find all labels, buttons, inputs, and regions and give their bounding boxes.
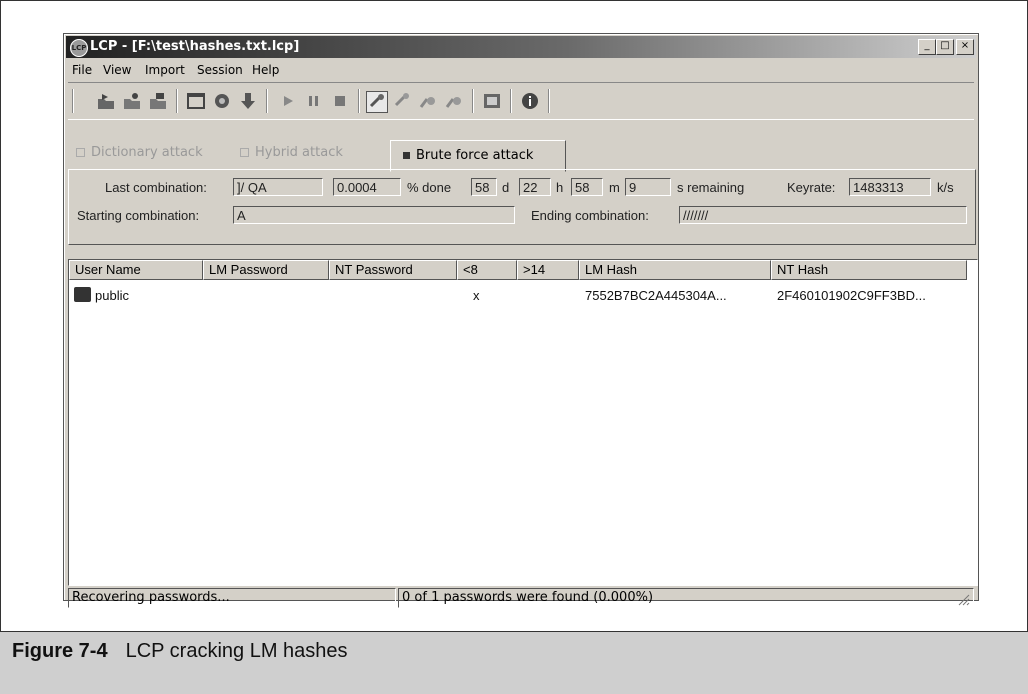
days-label: d [502, 180, 510, 195]
title-bar[interactable]: LCP LCP - [F:\test\hashes.txt.lcp] _ □ × [66, 36, 976, 58]
close-button[interactable]: × [956, 39, 974, 55]
figure-caption: Figure 7-4 LCP cracking LM hashes [12, 640, 348, 663]
tab-hybrid-attack[interactable]: Hybrid attack [240, 142, 343, 164]
toolbar-separator [510, 89, 512, 113]
toolbar-separator [176, 89, 178, 113]
resize-grip-icon[interactable] [958, 594, 970, 606]
figure-caption-text: LCP cracking LM hashes [125, 640, 348, 662]
keyrate-label: Keyrate: [787, 180, 836, 195]
last-combination-label: Last combination: [105, 180, 207, 195]
toolbar [68, 82, 974, 120]
toolbar-separator [72, 89, 74, 113]
toolbar-separator [358, 89, 360, 113]
menu-file[interactable]: File [72, 63, 92, 77]
toolbar-separator [548, 89, 550, 113]
tab-checkbox-icon [403, 152, 410, 159]
import-remote-icon[interactable] [148, 91, 168, 111]
column-user-name[interactable]: User Name [69, 260, 203, 280]
seconds-remaining-label: s remaining [677, 180, 745, 195]
tab-brute-force-attack[interactable]: Brute force attack [390, 140, 566, 172]
column-lt8[interactable]: <8 [457, 260, 517, 280]
starting-combination-label: Starting combination: [77, 208, 200, 223]
hash-list[interactable]: User Name LM Password NT Password <8 >14… [68, 259, 978, 586]
ending-combination-field[interactable]: /////// [679, 206, 967, 224]
globe-icon[interactable] [212, 91, 232, 111]
cell-lt8: x [473, 288, 480, 303]
menu-view[interactable]: View [103, 63, 131, 77]
percent-done-field[interactable]: 0.0004 [333, 178, 401, 196]
import-icon[interactable] [122, 91, 142, 111]
figure-label: Figure 7-4 [12, 640, 108, 662]
maximize-button[interactable]: □ [936, 39, 954, 55]
menu-import[interactable]: Import [145, 63, 185, 77]
keyrate-field[interactable]: 1483313 [849, 178, 931, 196]
days-field[interactable]: 58 [471, 178, 497, 196]
cell-nt-hash: 2F460101902C9FF3BD... [777, 288, 926, 303]
column-nt-hash[interactable]: NT Hash [771, 260, 967, 280]
minutes-field[interactable]: 58 [571, 178, 603, 196]
last-combination-field[interactable]: ]/ QA [233, 178, 323, 196]
minimize-button[interactable]: _ [918, 39, 936, 55]
tab-checkbox-icon [76, 148, 85, 157]
column-nt-password[interactable]: NT Password [329, 260, 457, 280]
tab-checkbox-icon [240, 148, 249, 157]
status-recovering: Recovering passwords... [68, 588, 396, 608]
ending-combination-label: Ending combination: [531, 208, 649, 223]
tab-dictionary-attack[interactable]: Dictionary attack [76, 142, 203, 164]
seconds-field[interactable]: 9 [625, 178, 671, 196]
menu-session[interactable]: Session [197, 63, 243, 77]
toolbar-separator [472, 89, 474, 113]
minutes-label: m [609, 180, 620, 195]
about-icon[interactable] [520, 91, 540, 111]
hours-field[interactable]: 22 [519, 178, 551, 196]
menu-help[interactable]: Help [252, 63, 279, 77]
cell-user-name: public [95, 288, 129, 303]
cell-lm-hash: 7552B7BC2A445304A... [585, 288, 727, 303]
nt-users-icon[interactable] [444, 91, 464, 111]
window-title: LCP - [F:\test\hashes.txt.lcp] [90, 39, 300, 54]
stop-icon[interactable] [330, 91, 350, 111]
starting-combination-field[interactable]: A [233, 206, 515, 224]
lcp-app-icon[interactable]: LCP [70, 39, 88, 57]
status-bar: Recovering passwords... 0 of 1 passwords… [68, 588, 974, 608]
new-session-icon[interactable] [186, 91, 206, 111]
brute-force-panel: Last combination: ]/ QA 0.0004 % done 58… [68, 169, 976, 245]
column-lm-password[interactable]: LM Password [203, 260, 329, 280]
percent-done-label: % done [407, 180, 452, 195]
toolbar-separator [266, 89, 268, 113]
lcp-window: LCP LCP - [F:\test\hashes.txt.lcp] _ □ ×… [63, 33, 979, 608]
status-found: 0 of 1 passwords were found (0.000%) [398, 588, 974, 608]
open-icon[interactable] [96, 91, 116, 111]
keyrate-unit: k/s [937, 180, 954, 195]
column-gt14[interactable]: >14 [517, 260, 579, 280]
download-icon[interactable] [238, 91, 258, 111]
lm-users-icon[interactable] [418, 91, 438, 111]
report-icon[interactable] [482, 91, 502, 111]
pause-icon[interactable] [304, 91, 324, 111]
play-icon[interactable] [278, 91, 298, 111]
user-icon [74, 287, 91, 302]
hours-label: h [556, 180, 564, 195]
nt-key-icon[interactable] [392, 91, 412, 111]
column-lm-hash[interactable]: LM Hash [579, 260, 771, 280]
lm-key-icon[interactable] [366, 91, 388, 113]
